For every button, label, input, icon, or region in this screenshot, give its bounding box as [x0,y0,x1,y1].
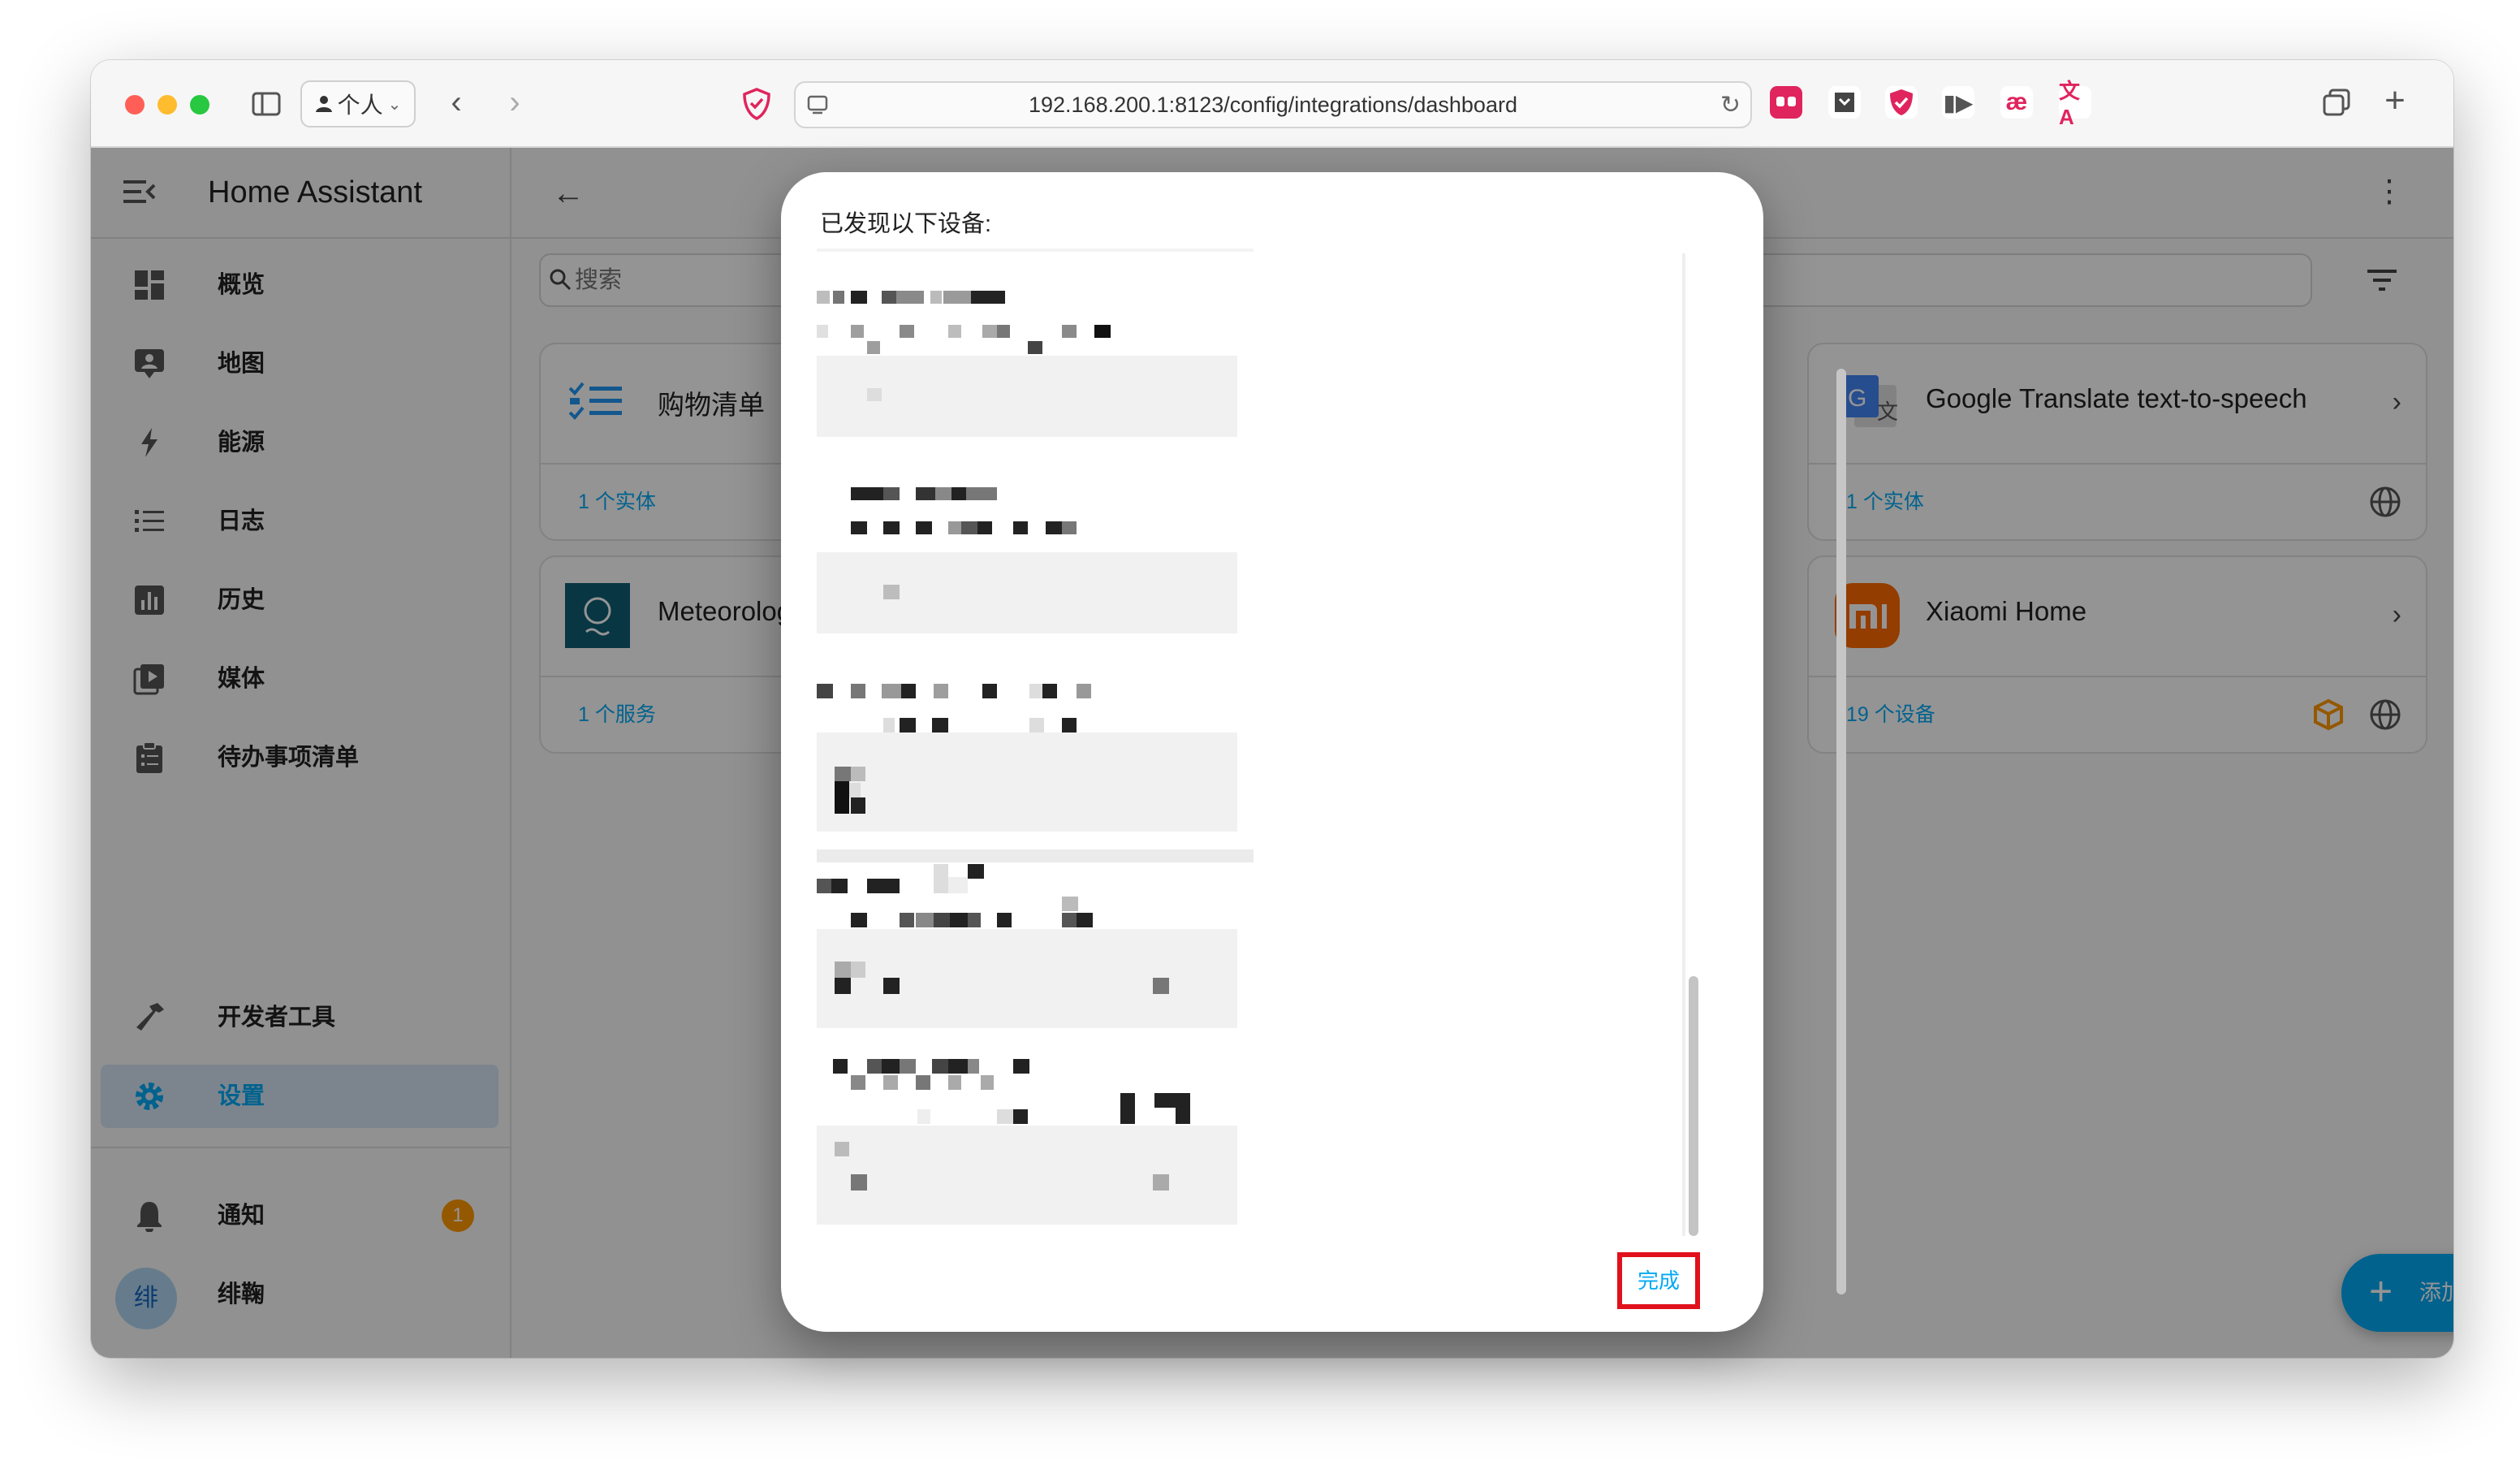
device-detail-box [817,552,1237,633]
device-detail-box [817,1126,1237,1225]
reload-icon[interactable]: ↻ [1720,91,1741,119]
url-text: 192.168.200.1:8123/config/integrations/d… [1029,93,1517,117]
extension-3-icon[interactable] [1885,86,1918,119]
section-divider [817,849,1254,862]
maximize-window-button[interactable] [190,95,209,115]
dialog-scroll-thumb[interactable] [1689,976,1698,1236]
dialog-outer-scrollbar[interactable] [1836,369,1846,1294]
dialog-scroll-track[interactable] [1682,253,1685,1236]
device-detail-box [817,929,1237,1028]
device-detail-box [817,732,1237,832]
person-icon [315,96,332,112]
profile-label: 个人 [337,93,383,118]
minimize-window-button[interactable] [158,95,177,115]
extension-5-icon[interactable]: æ [2000,86,2033,119]
close-window-button[interactable] [125,95,145,115]
chevron-down-icon: ⌄ [387,95,402,114]
new-tab-icon[interactable]: + [2377,80,2413,120]
done-button[interactable]: 完成 [1617,1252,1700,1309]
profile-switcher[interactable]: 个人 ⌄ [300,80,416,127]
browser-toolbar: 个人 ⌄ ‹ › 192.168.200.1:8123/config/integ… [91,60,2453,148]
translate-extension-icon[interactable]: 文A [2059,79,2091,129]
dialog-title: 已发现以下设备: [820,211,992,237]
forward-icon[interactable]: › [497,84,533,120]
privacy-shield-icon[interactable] [739,86,775,122]
extension-4-icon[interactable]: ▮▶ [1942,86,1974,119]
back-icon[interactable]: ‹ [438,84,474,120]
extension-2-icon[interactable] [1828,86,1861,119]
device-detail-box [817,356,1237,437]
extension-1-icon[interactable] [1770,86,1802,119]
tabs-overview-icon[interactable] [2319,84,2354,120]
sidebar-toggle-icon[interactable] [250,88,283,120]
list-top-divider [817,248,1254,252]
discovered-devices-dialog: 已发现以下设备: 完成 [781,172,1763,1332]
address-bar[interactable]: 192.168.200.1:8123/config/integrations/d… [794,81,1752,128]
